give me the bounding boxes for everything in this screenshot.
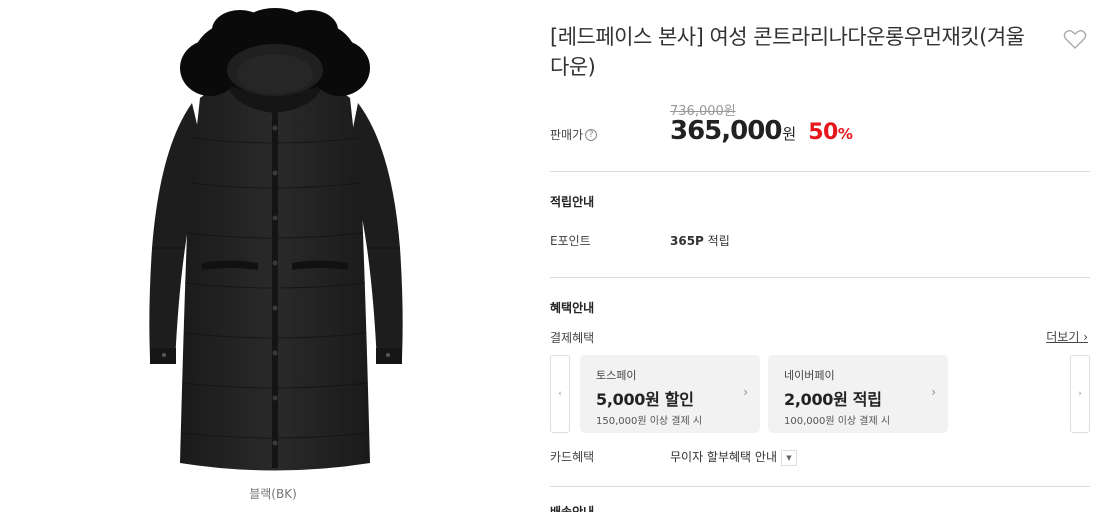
- benefit-card-toss[interactable]: 토스페이 5,000원 할인 150,000원 이상 결제 시 ›: [580, 355, 760, 433]
- benefit-card-condition: 150,000원 이상 결제 시: [596, 416, 703, 427]
- price-label-group: 판매가 ?: [550, 126, 598, 143]
- chevron-right-icon: ›: [1078, 389, 1082, 399]
- chevron-right-icon: ›: [931, 385, 936, 399]
- heart-outline-icon[interactable]: [1062, 26, 1088, 52]
- product-image-area: 블랙(BK): [108, 0, 438, 512]
- divider: [550, 277, 1090, 278]
- epoint-value-group: 365P 적립: [670, 232, 730, 249]
- payment-benefit-label: 결제혜택: [550, 331, 595, 345]
- discount-value: 50: [808, 120, 838, 145]
- card-benefit-value-group: 무이자 할부혜택 안내 ▼: [670, 448, 797, 466]
- shipping-section-title: 배송안내: [550, 505, 595, 512]
- price-label: 판매가: [550, 128, 584, 142]
- benefit-card-amount: 5,000원 할인: [596, 390, 694, 409]
- epoint-value: 365P: [670, 234, 704, 248]
- benefit-card-condition: 100,000원 이상 결제 시: [784, 416, 891, 427]
- card-benefit-label: 카드혜택: [550, 450, 595, 464]
- chevron-left-icon: ‹: [558, 389, 562, 399]
- chevron-right-icon: ›: [743, 385, 748, 399]
- product-detail-panel: [레드페이스 본사] 여성 콘트라리나다운롱우먼재킷(겨울다운) 판매가 ? 7…: [550, 0, 1090, 512]
- benefit-card-name: 네이버페이: [784, 369, 835, 382]
- product-title: [레드페이스 본사] 여성 콘트라리나다운롱우먼재킷(겨울다운): [550, 25, 1025, 79]
- carousel-prev-button[interactable]: ‹: [550, 355, 570, 433]
- points-section-title: 적립안내: [550, 195, 595, 209]
- benefit-card-amount: 2,000원 적립: [784, 390, 882, 409]
- benefit-card-naver[interactable]: 네이버페이 2,000원 적립 100,000원 이상 결제 시 ›: [768, 355, 948, 433]
- benefit-card-name: 토스페이: [596, 369, 637, 382]
- more-link[interactable]: 더보기 ›: [1046, 328, 1088, 345]
- color-caption: 블랙(BK): [249, 487, 297, 501]
- epoint-label: E포인트: [550, 234, 591, 248]
- help-icon[interactable]: ?: [585, 128, 598, 141]
- product-image-coat: [149, 8, 403, 471]
- sale-price: 365,000: [670, 116, 782, 146]
- benefits-section-title: 혜택안내: [550, 301, 595, 315]
- epoint-suffix: 적립: [703, 234, 730, 248]
- dropdown-toggle-button[interactable]: ▼: [781, 449, 797, 466]
- carousel-next-button[interactable]: ›: [1070, 355, 1090, 433]
- discount-unit: %: [837, 125, 853, 143]
- divider: [550, 486, 1090, 487]
- chevron-right-icon: ›: [1083, 330, 1088, 344]
- sale-price-currency: 원: [782, 125, 797, 143]
- card-benefit-value: 무이자 할부혜택 안내: [670, 450, 777, 464]
- more-label: 더보기: [1046, 330, 1080, 344]
- sale-price-row: 365,000 원 50%: [670, 116, 853, 146]
- discount-rate: 50%: [808, 120, 853, 145]
- divider: [550, 171, 1090, 172]
